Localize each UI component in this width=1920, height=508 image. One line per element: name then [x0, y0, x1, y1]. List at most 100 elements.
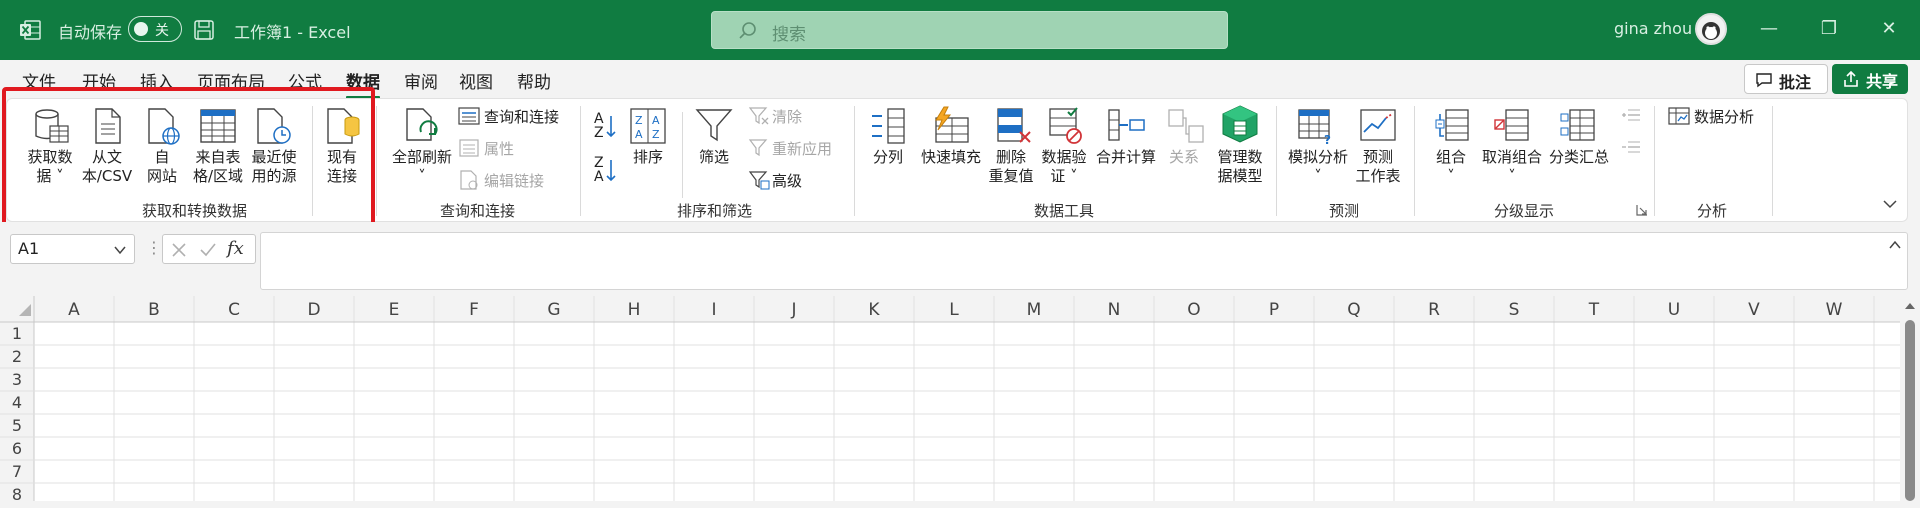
row-header[interactable]: 2	[0, 347, 22, 370]
show-detail-icon[interactable]	[1620, 106, 1642, 124]
column-header[interactable]: F	[434, 300, 514, 321]
name-box[interactable]: A1	[10, 234, 135, 264]
text-to-columns-icon	[872, 108, 905, 144]
dialog-launcher-icon[interactable]	[1636, 204, 1648, 216]
column-header[interactable]: A	[34, 300, 114, 321]
data-validation-button[interactable]: 数据验 证 ˅	[1036, 148, 1092, 186]
collapse-formula-bar-icon[interactable]	[1888, 240, 1902, 250]
properties-button[interactable]: 属性	[484, 138, 514, 159]
comment-icon	[1756, 73, 1772, 88]
worksheet-grid[interactable]	[0, 296, 1920, 501]
hide-detail-icon[interactable]	[1620, 138, 1642, 156]
column-header[interactable]: S	[1474, 300, 1554, 321]
row-header[interactable]: 3	[0, 370, 22, 393]
data-validation-icon	[1049, 107, 1082, 144]
edit-links-button[interactable]: 编辑链接	[484, 170, 544, 191]
comment-label: 批注	[1779, 73, 1812, 92]
column-header[interactable]: O	[1154, 300, 1234, 321]
minimize-icon[interactable]: —	[1754, 14, 1784, 44]
advanced-button[interactable]: 高级	[772, 170, 802, 191]
column-header[interactable]: P	[1234, 300, 1314, 321]
flash-fill-button[interactable]: 快速填充	[916, 148, 986, 167]
tab-view[interactable]: 视图	[459, 68, 493, 93]
column-header[interactable]: C	[194, 300, 274, 321]
enter-check-icon[interactable]	[199, 242, 217, 258]
column-header[interactable]: M	[994, 300, 1074, 321]
reapply-button[interactable]: 重新应用	[772, 138, 832, 159]
scroll-up-icon[interactable]	[1904, 302, 1916, 310]
forecast-sheet-icon	[1360, 109, 1396, 141]
column-header[interactable]: V	[1714, 300, 1794, 321]
row-header[interactable]: 1	[0, 324, 22, 347]
properties-icon	[459, 139, 479, 157]
remove-duplicates-button[interactable]: 删除 重复值	[984, 148, 1038, 186]
column-header[interactable]: T	[1554, 300, 1634, 321]
sort-button[interactable]: 排序	[624, 148, 672, 167]
data-analysis-button[interactable]: 数据分析	[1694, 106, 1754, 127]
row-header[interactable]: 5	[0, 416, 22, 439]
vertical-scrollbar[interactable]	[1900, 296, 1920, 501]
search-box[interactable]: 搜索	[711, 11, 1228, 49]
subtotal-icon	[1560, 109, 1595, 141]
filter-button[interactable]: 筛选	[690, 148, 738, 167]
column-header[interactable]: K	[834, 300, 914, 321]
queries-connections-button[interactable]: 查询和连接	[484, 106, 559, 127]
group-button[interactable]: 组合 ˅	[1424, 148, 1478, 186]
row-header[interactable]: 7	[0, 462, 22, 485]
relationships-button[interactable]: 关系	[1160, 148, 1208, 167]
formula-input[interactable]	[260, 232, 1908, 290]
remove-duplicates-icon	[997, 108, 1031, 143]
column-header[interactable]: J	[754, 300, 834, 321]
column-header[interactable]: D	[274, 300, 354, 321]
document-title: 工作簿1 - Excel	[234, 23, 351, 42]
sort-ascending-icon[interactable]: AZ	[594, 112, 604, 140]
row-header[interactable]: 6	[0, 439, 22, 462]
row-header[interactable]: 4	[0, 393, 22, 416]
insert-function-icon[interactable]: fx	[227, 238, 244, 259]
more-options-icon[interactable]: ⋮	[146, 238, 162, 257]
group-label-outline: 分级显示	[1494, 202, 1555, 220]
column-header[interactable]: N	[1074, 300, 1154, 321]
save-icon[interactable]	[192, 18, 216, 42]
manage-data-model-button[interactable]: 管理数 据模型	[1208, 148, 1272, 186]
column-header[interactable]: R	[1394, 300, 1474, 321]
scrollbar-thumb[interactable]	[1905, 320, 1915, 501]
close-icon[interactable]: ✕	[1874, 14, 1904, 44]
collapse-ribbon-icon[interactable]	[1882, 198, 1898, 210]
chevron-down-icon[interactable]	[113, 245, 127, 255]
avatar-image-icon	[1702, 22, 1720, 40]
autosave-toggle[interactable]: 关	[128, 16, 182, 42]
column-header[interactable]: L	[914, 300, 994, 321]
share-button[interactable]: 共享	[1832, 64, 1908, 94]
column-header[interactable]: G	[514, 300, 594, 321]
what-if-analysis-button[interactable]: 模拟分析 ˅	[1282, 148, 1354, 186]
text-to-columns-button[interactable]: 分列	[864, 148, 912, 167]
edit-links-icon	[460, 170, 478, 190]
subtotal-button[interactable]: 分类汇总	[1544, 148, 1614, 167]
comment-button[interactable]: 批注	[1744, 64, 1828, 94]
restore-icon[interactable]: ❐	[1814, 14, 1844, 44]
column-header[interactable]: U	[1634, 300, 1714, 321]
select-all-icon[interactable]	[18, 303, 32, 317]
cancel-icon[interactable]	[171, 242, 187, 258]
column-header[interactable]: Q	[1314, 300, 1394, 321]
column-header[interactable]: H	[594, 300, 674, 321]
column-header[interactable]: W	[1794, 300, 1874, 321]
avatar[interactable]	[1695, 13, 1727, 45]
column-header[interactable]: E	[354, 300, 434, 321]
tab-review[interactable]: 审阅	[404, 68, 438, 93]
ungroup-button[interactable]: 取消组合 ˅	[1476, 148, 1548, 186]
column-header[interactable]: I	[674, 300, 754, 321]
clear-filter-icon	[748, 107, 769, 125]
tab-help[interactable]: 帮助	[517, 68, 551, 93]
clear-button[interactable]: 清除	[772, 106, 802, 127]
sort-dialog-icon: ZA AZ	[630, 108, 666, 144]
forecast-sheet-button[interactable]: 预测 工作表	[1350, 148, 1406, 186]
consolidate-button[interactable]: 合并计算	[1090, 148, 1162, 167]
row-header[interactable]: 8	[0, 485, 22, 508]
refresh-all-button[interactable]: 全部刷新 ˅	[386, 148, 458, 186]
sort-descending-icon[interactable]: ZA	[594, 156, 604, 184]
column-header[interactable]: B	[114, 300, 194, 321]
svg-text:Z: Z	[652, 128, 660, 141]
user-name[interactable]: gina zhou	[1614, 19, 1692, 38]
